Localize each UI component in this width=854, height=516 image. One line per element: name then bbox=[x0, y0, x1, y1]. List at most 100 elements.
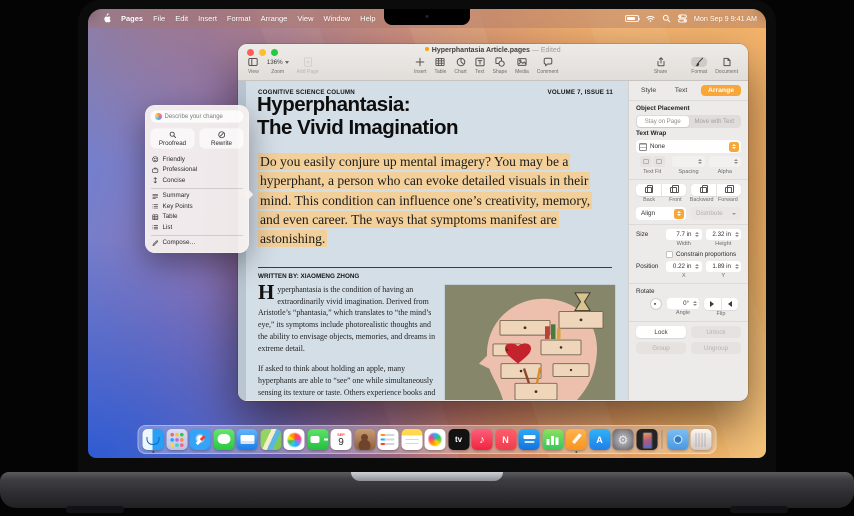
dock-icon-news[interactable]: N bbox=[495, 429, 516, 450]
apple-menu[interactable] bbox=[97, 13, 116, 24]
text-button[interactable]: Text bbox=[471, 56, 489, 75]
dock-icon-system-settings[interactable]: ⚙ bbox=[613, 429, 634, 450]
position-x-stepper[interactable]: 0.22 in bbox=[666, 261, 702, 272]
writing-tools-concise[interactable]: Concise bbox=[150, 175, 244, 186]
control-center-icon[interactable] bbox=[678, 14, 687, 23]
toolbar: View 136% Zoom Add Page Insert bbox=[244, 56, 742, 81]
running-indicator bbox=[575, 451, 577, 453]
writing-tools-summary[interactable]: Summary bbox=[150, 191, 244, 202]
table-grid-icon bbox=[152, 214, 159, 221]
constrain-proportions-checkbox[interactable] bbox=[666, 251, 673, 258]
comment-button[interactable]: Comment bbox=[533, 56, 563, 75]
doc-body-text[interactable]: Hyperphantasia is the condition of havin… bbox=[258, 284, 438, 400]
angle-stepper[interactable]: 0° bbox=[667, 298, 699, 309]
height-stepper[interactable]: 2.32 in bbox=[706, 229, 742, 240]
proofread-button[interactable]: Proofread bbox=[150, 128, 195, 149]
bring-to-front-button[interactable] bbox=[661, 184, 687, 196]
dock-icon-keynote[interactable] bbox=[519, 429, 540, 450]
position-y-stepper[interactable]: 1.89 in bbox=[706, 261, 742, 272]
media-button[interactable]: Media bbox=[511, 56, 533, 75]
rewrite-button[interactable]: Rewrite bbox=[199, 128, 244, 149]
dock-icon-launchpad[interactable] bbox=[166, 429, 187, 450]
dock-icon-mail[interactable] bbox=[237, 429, 258, 450]
tab-arrange[interactable]: Arrange bbox=[701, 85, 741, 96]
document-button[interactable]: Document bbox=[711, 56, 742, 75]
dock-icon-photos[interactable] bbox=[284, 429, 305, 450]
move-with-text-segment[interactable]: Move with Text bbox=[689, 116, 741, 127]
align-dropdown[interactable]: Align bbox=[636, 207, 686, 220]
writing-tools-professional[interactable]: Professional bbox=[150, 165, 244, 176]
shape-button[interactable]: Shape bbox=[489, 56, 511, 75]
dock-icon-downloads-folder[interactable] bbox=[667, 429, 688, 450]
dock-icon-contacts[interactable] bbox=[354, 429, 375, 450]
writing-tools-compose[interactable]: Compose… bbox=[150, 238, 244, 249]
width-stepper[interactable]: 7.7 in bbox=[666, 229, 702, 240]
view-button[interactable]: View bbox=[244, 56, 263, 75]
doc-intro-selected-text[interactable]: Do you easily conjure up mental imagery?… bbox=[258, 152, 612, 248]
menu-item-file[interactable]: File bbox=[148, 14, 170, 23]
share-button[interactable]: Share bbox=[650, 56, 671, 75]
dock-icon-maps[interactable] bbox=[260, 429, 281, 450]
dock-icon-facetime[interactable] bbox=[307, 429, 328, 450]
menu-item-help[interactable]: Help bbox=[355, 14, 380, 23]
dock-icon-calendar[interactable]: SEP9 bbox=[331, 429, 352, 450]
menu-bar-clock[interactable]: Mon Sep 9 9:41 AM bbox=[694, 14, 757, 23]
insert-button[interactable]: Insert bbox=[410, 56, 431, 75]
menu-item-format[interactable]: Format bbox=[222, 14, 256, 23]
writing-tools-table[interactable]: Table bbox=[150, 212, 244, 223]
menu-item-app[interactable]: Pages bbox=[116, 14, 148, 23]
table-button[interactable]: Table bbox=[430, 56, 450, 75]
head-drawers-illustration[interactable] bbox=[445, 285, 615, 400]
text-wrap-dropdown[interactable]: None bbox=[636, 140, 741, 153]
document-icon bbox=[722, 57, 732, 67]
search-icon[interactable] bbox=[662, 14, 671, 23]
shape-icon bbox=[495, 57, 505, 67]
lock-button[interactable]: Lock bbox=[636, 326, 686, 338]
writing-tools-list[interactable]: List bbox=[150, 222, 244, 233]
send-backward-button[interactable] bbox=[691, 184, 716, 196]
flip-vertical-button[interactable] bbox=[704, 298, 721, 310]
dock-icon-messages[interactable] bbox=[213, 429, 234, 450]
describe-change-input[interactable]: Describe your change bbox=[150, 110, 244, 123]
menu-item-window[interactable]: Window bbox=[318, 14, 355, 23]
zoom-control[interactable]: 136% Zoom bbox=[263, 56, 293, 75]
dock-divider bbox=[662, 430, 663, 449]
menu-item-arrange[interactable]: Arrange bbox=[256, 14, 293, 23]
dock-icon-pages[interactable] bbox=[566, 429, 587, 450]
menu-item-insert[interactable]: Insert bbox=[193, 14, 222, 23]
battery-icon[interactable] bbox=[625, 15, 639, 22]
tab-text[interactable]: Text bbox=[670, 85, 692, 96]
doc-byline[interactable]: WRITTEN BY: XIAOMENG ZHONG bbox=[258, 273, 359, 280]
send-to-back-button[interactable] bbox=[636, 184, 661, 196]
chart-button[interactable]: Chart bbox=[450, 56, 470, 75]
laptop-foot-left bbox=[66, 506, 124, 513]
edited-badge: — Edited bbox=[532, 47, 561, 54]
stay-on-page-segment[interactable]: Stay on Page bbox=[637, 116, 689, 127]
compose-pencil-icon bbox=[152, 240, 159, 247]
dock-icon-app-store[interactable]: A bbox=[589, 429, 610, 450]
doc-headline[interactable]: Hyperphantasia: The Vivid Imagination bbox=[257, 94, 458, 139]
rotate-knob[interactable] bbox=[650, 298, 662, 310]
bring-forward-button[interactable] bbox=[716, 184, 742, 196]
dock-icon-reminders[interactable] bbox=[378, 429, 399, 450]
dock-icon-trash[interactable] bbox=[691, 429, 712, 450]
document-page[interactable]: COGNITIVE SCIENCE COLUMN VOLUME 7, ISSUE… bbox=[246, 81, 628, 400]
dock-icon-freeform[interactable] bbox=[425, 429, 446, 450]
dock-icon-safari[interactable] bbox=[190, 429, 211, 450]
doc-eyebrow-issue[interactable]: VOLUME 7, ISSUE 11 bbox=[548, 89, 614, 96]
writing-tools-key-points[interactable]: Key Points bbox=[150, 201, 244, 212]
flip-horizontal-button[interactable] bbox=[721, 298, 739, 310]
tab-style[interactable]: Style bbox=[636, 85, 661, 96]
dock-icon-music[interactable]: ♪ bbox=[472, 429, 493, 450]
dock-icon-numbers[interactable] bbox=[542, 429, 563, 450]
dock-icon-iphone-mirroring[interactable] bbox=[636, 429, 657, 450]
menu-item-edit[interactable]: Edit bbox=[170, 14, 193, 23]
dock-icon-notes[interactable] bbox=[401, 429, 422, 450]
writing-tools-friendly[interactable]: Friendly bbox=[150, 154, 244, 165]
wifi-icon[interactable] bbox=[646, 14, 655, 23]
dock-icon-apple-tv[interactable]: tv bbox=[448, 429, 469, 450]
format-button[interactable]: Format bbox=[687, 56, 711, 75]
doc-divider bbox=[258, 267, 612, 268]
menu-item-view[interactable]: View bbox=[292, 14, 318, 23]
dock-icon-finder[interactable] bbox=[143, 429, 164, 450]
